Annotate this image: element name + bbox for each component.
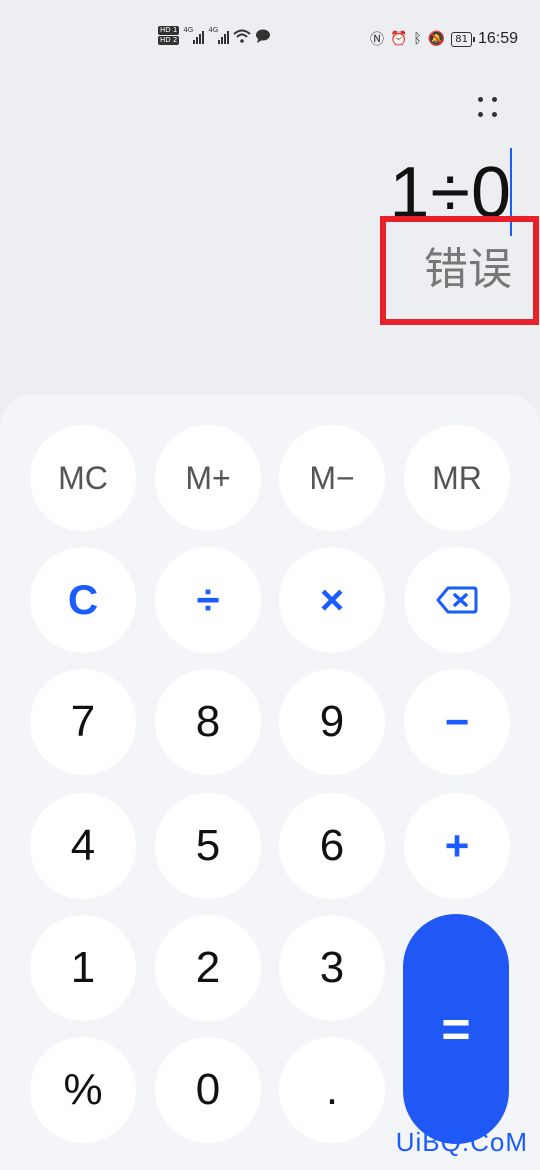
plus-button[interactable]: + — [404, 793, 510, 899]
clear-button[interactable]: C — [30, 547, 136, 653]
hd2-badge: HD 2 — [158, 36, 180, 45]
message-icon — [256, 29, 271, 43]
memory-recall-button[interactable]: MR — [404, 425, 510, 531]
memory-subtract-button[interactable]: M− — [279, 425, 385, 531]
keypad: MC M+ M− MR C ÷ × 7 8 9 − 4 5 6 + 1 2 3 … — [0, 394, 540, 1170]
minus-button[interactable]: − — [404, 669, 510, 775]
signal-icon: 4G — [183, 25, 205, 44]
digit-3-button[interactable]: 3 — [279, 915, 385, 1021]
multiply-button[interactable]: × — [279, 547, 385, 653]
memory-clear-button[interactable]: MC — [30, 425, 136, 531]
wifi-icon — [233, 29, 252, 43]
digit-9-button[interactable]: 9 — [279, 669, 385, 775]
hd1-badge: HD 1 — [158, 26, 180, 35]
digit-8-button[interactable]: 8 — [155, 669, 261, 775]
hd-badges: HD 1 HD 2 — [158, 26, 180, 45]
alarm-icon: ⏰ — [389, 31, 408, 47]
digit-5-button[interactable]: 5 — [155, 793, 261, 899]
equals-button[interactable]: = — [403, 914, 509, 1144]
more-options-icon[interactable] — [472, 94, 500, 122]
decimal-point-button[interactable]: . — [279, 1037, 385, 1143]
network-type-2: 4G — [208, 25, 219, 34]
watermark: UiBQ.CoM — [395, 1127, 528, 1157]
clock: 16:59 — [477, 30, 518, 47]
memory-add-button[interactable]: M+ — [155, 425, 261, 531]
digit-4-button[interactable]: 4 — [30, 793, 136, 899]
status-left: HD 1 HD 2 4G 4G — [158, 26, 271, 45]
status-right: Ⓝ ⏰ ᛒ 🔕 81 16:59 — [370, 29, 518, 49]
digit-2-button[interactable]: 2 — [155, 915, 261, 1021]
result-display: 错误 — [424, 244, 512, 295]
network-type-1: 4G — [183, 25, 194, 34]
backspace-icon — [436, 586, 478, 614]
digit-6-button[interactable]: 6 — [279, 793, 385, 899]
backspace-button[interactable] — [404, 547, 510, 653]
divide-button[interactable]: ÷ — [155, 547, 261, 653]
nfc-icon: Ⓝ — [369, 32, 384, 48]
status-bar: HD 1 HD 2 4G 4G Ⓝ ⏰ ᛒ 🔕 81 16:59 — [0, 0, 540, 80]
bluetooth-icon: ᛒ — [413, 31, 422, 47]
digit-0-button[interactable]: 0 — [155, 1037, 261, 1143]
mute-icon: 🔕 — [427, 31, 446, 47]
digit-1-button[interactable]: 1 — [30, 915, 136, 1021]
signal-icon-2: 4G — [208, 25, 230, 44]
battery-indicator: 81 — [451, 31, 475, 47]
percent-button[interactable]: % — [30, 1037, 136, 1143]
digit-7-button[interactable]: 7 — [30, 669, 136, 775]
